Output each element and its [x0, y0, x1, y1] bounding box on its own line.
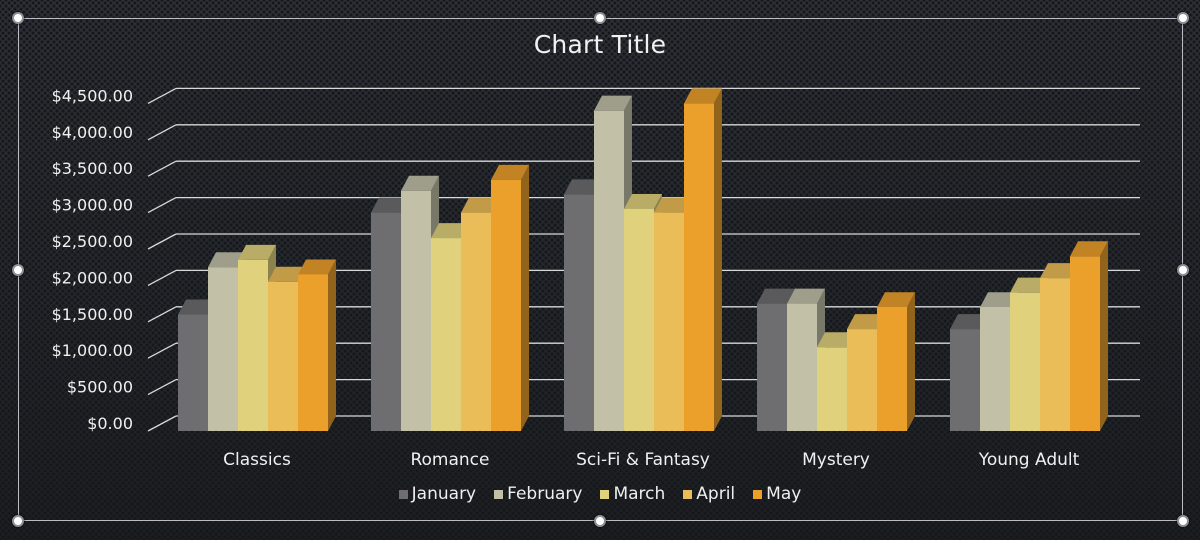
- y-tick-label: $500.00: [67, 378, 133, 397]
- x-tick-label: Young Adult: [978, 450, 1080, 470]
- y-tick-label: $4,500.00: [52, 86, 133, 105]
- resize-handle-bottom-left[interactable]: [12, 515, 24, 527]
- bars: [178, 88, 1108, 432]
- gridline: [147, 160, 1140, 177]
- resize-handle-top-right[interactable]: [1177, 12, 1189, 24]
- bar[interactable]: [298, 259, 336, 431]
- legend-item-february[interactable]: February: [494, 484, 582, 504]
- legend-item-march[interactable]: March: [600, 484, 665, 504]
- resize-handle-bottom-right[interactable]: [1177, 515, 1189, 527]
- legend-label: May: [766, 484, 802, 504]
- gridline: [147, 124, 1140, 141]
- legend-label: January: [411, 484, 477, 504]
- legend-item-april[interactable]: April: [683, 484, 735, 504]
- legend-label: February: [507, 484, 583, 504]
- gridline: [147, 87, 1140, 104]
- legend-item-january[interactable]: January: [398, 484, 477, 504]
- legend-swatch-icon: [600, 489, 610, 499]
- legend-label: March: [613, 484, 666, 504]
- x-tick-label: Romance: [410, 450, 489, 470]
- legend-swatch-icon: [753, 489, 763, 499]
- resize-handle-top[interactable]: [594, 12, 606, 24]
- legend[interactable]: January February March April May: [0, 484, 1200, 504]
- legend-item-may[interactable]: May: [753, 484, 801, 504]
- legend-swatch-icon: [398, 489, 408, 499]
- x-tick-label: Classics: [223, 450, 291, 470]
- y-axis-labels: $0.00 $500.00 $1,000.00 $1,500.00 $2,000.00 $…: [52, 86, 133, 433]
- bar-group-classics: [178, 244, 336, 431]
- chart: $0.00 $500.00 $1,000.00 $1,500.00 $2,000.00 $…: [52, 86, 1140, 470]
- x-axis-labels: Classics Romance Sci-Fi & Fantasy Mystery Yo…: [223, 450, 1079, 470]
- resize-handle-right[interactable]: [1177, 264, 1189, 276]
- y-tick-label: $3,500.00: [52, 159, 133, 178]
- bar[interactable]: [684, 88, 722, 432]
- legend-swatch-icon: [494, 489, 504, 499]
- y-tick-label: $2,500.00: [52, 232, 133, 251]
- y-tick-label: $1,000.00: [52, 341, 133, 360]
- y-tick-label: $1,500.00: [52, 305, 133, 324]
- bar-group-sci-fi-fantasy: [564, 88, 722, 432]
- bar[interactable]: [491, 164, 529, 431]
- y-tick-label: $3,000.00: [52, 196, 133, 215]
- x-tick-label: Mystery: [802, 450, 870, 470]
- bar-group-romance: [371, 164, 529, 431]
- x-tick-label: Sci-Fi & Fantasy: [576, 450, 710, 470]
- chart-title[interactable]: Chart Title: [0, 30, 1200, 59]
- resize-handle-top-left[interactable]: [12, 12, 24, 24]
- y-tick-label: $2,000.00: [52, 268, 133, 287]
- bar-group-young-adult: [950, 241, 1108, 431]
- legend-label: April: [696, 484, 736, 504]
- resize-handle-bottom[interactable]: [594, 515, 606, 527]
- y-tick-label: $4,000.00: [52, 123, 133, 142]
- y-tick-label: $0.00: [87, 414, 133, 433]
- legend-swatch-icon: [683, 489, 693, 499]
- bar[interactable]: [1070, 241, 1108, 431]
- resize-handle-left[interactable]: [12, 264, 24, 276]
- bar[interactable]: [877, 292, 915, 431]
- bar-group-mystery: [757, 288, 915, 431]
